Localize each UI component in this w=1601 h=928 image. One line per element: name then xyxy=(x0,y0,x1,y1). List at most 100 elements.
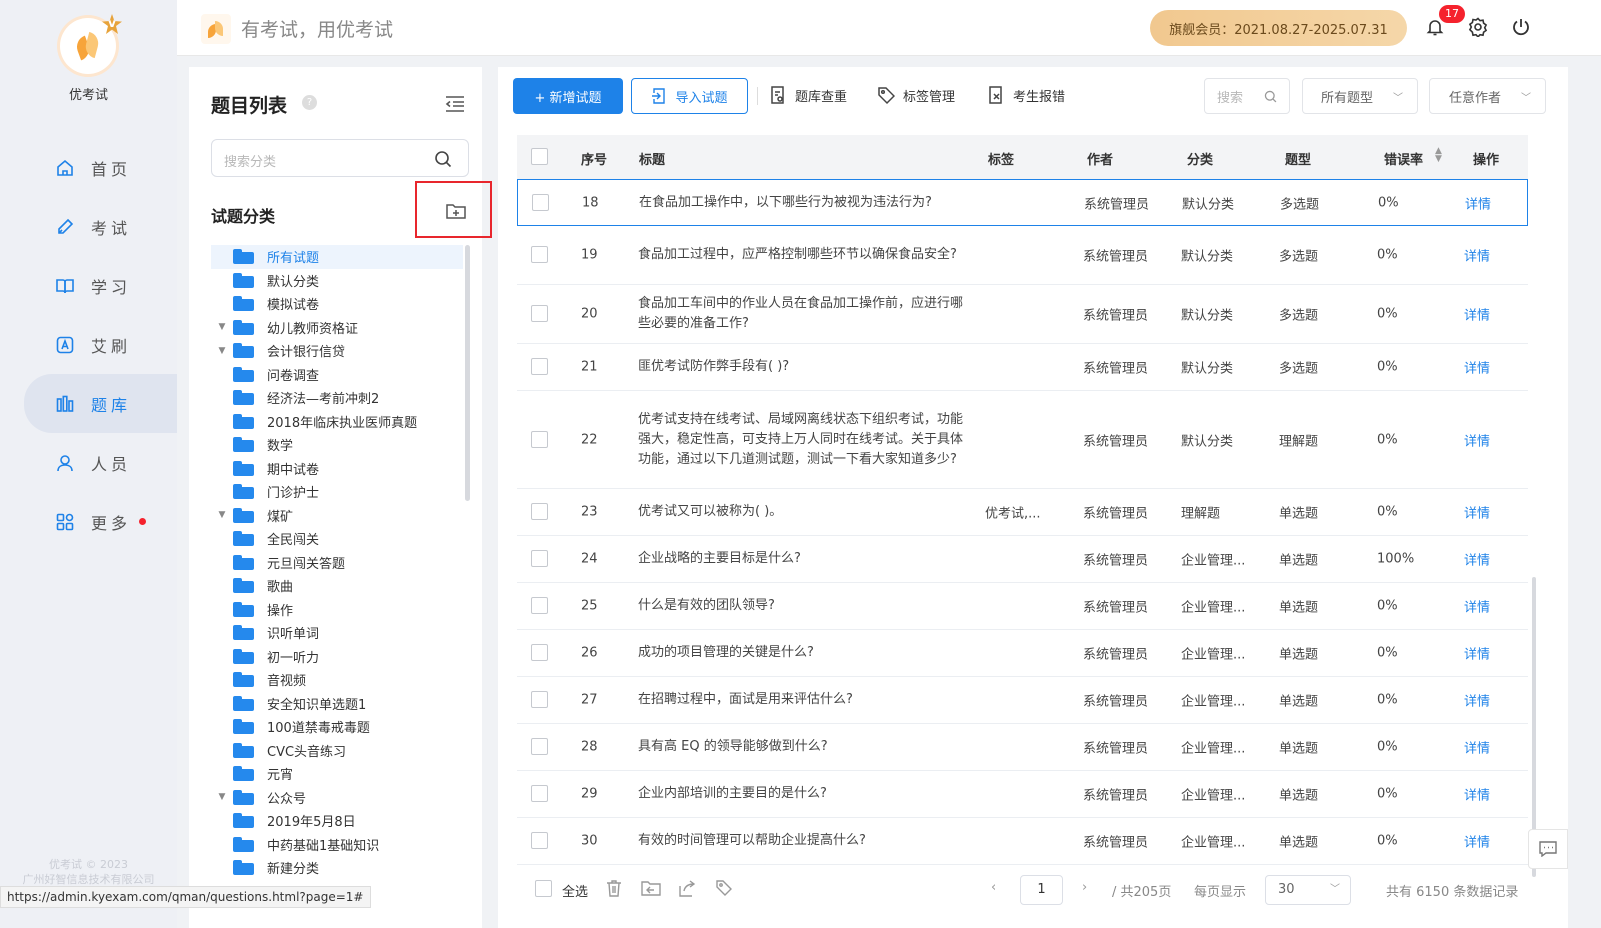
header-checkbox[interactable] xyxy=(531,148,548,165)
detail-link[interactable]: 详情 xyxy=(1464,832,1490,851)
import-question-button[interactable]: 导入试题 xyxy=(631,78,748,114)
cell-title[interactable]: 优考试支持在线考试、局域网离线状态下组织考试，功能强大，稳定性高，可支持上万人同… xyxy=(638,410,963,470)
tree-item[interactable]: 识听单词 xyxy=(211,621,463,645)
nav-item-4[interactable]: 题库 xyxy=(24,374,177,433)
row-checkbox[interactable] xyxy=(531,832,548,849)
tree-item[interactable]: 元宵 xyxy=(211,762,463,786)
row-checkbox[interactable] xyxy=(531,738,548,755)
tree-item[interactable]: 元旦闯关答题 xyxy=(211,551,463,575)
nav-item-0[interactable]: 首页 xyxy=(0,138,177,197)
detail-link[interactable]: 详情 xyxy=(1464,738,1490,757)
table-row[interactable]: 在招聘过程中，面试是用来评估什么? 27 系统管理员 企业管理... 单选题 0% 详情 xyxy=(517,677,1528,724)
table-row[interactable]: 成功的项目管理的关键是什么? 26 系统管理员 企业管理... 单选题 0% 详情 xyxy=(517,630,1528,677)
cell-title[interactable]: 在食品加工操作中，以下哪些行为被视为违法行为? xyxy=(639,193,964,213)
tree-item[interactable]: 安全知识单选题1 xyxy=(211,692,463,716)
move-folder-icon[interactable] xyxy=(640,878,661,898)
tree-item[interactable]: 默认分类 xyxy=(211,269,463,293)
detail-link[interactable]: 详情 xyxy=(1464,430,1490,449)
tree-item[interactable]: 歌曲 xyxy=(211,574,463,598)
row-checkbox[interactable] xyxy=(531,691,548,708)
nav-item-3[interactable]: 艾刷 xyxy=(0,315,177,374)
nav-item-5[interactable]: 人员 xyxy=(0,433,177,492)
table-row[interactable]: 有效的时间管理可以帮助企业提高什么? 30 系统管理员 企业管理... 单选题 0% 详情 xyxy=(517,818,1528,865)
trash-icon[interactable] xyxy=(604,878,624,898)
tree-item[interactable]: 期中试卷 xyxy=(211,457,463,481)
tree-item[interactable]: 数学 xyxy=(211,433,463,457)
tree-item[interactable]: 初一听力 xyxy=(211,645,463,669)
caret-down-icon[interactable]: ▼ xyxy=(211,792,233,802)
row-checkbox[interactable] xyxy=(531,597,548,614)
table-row[interactable]: 具有高 EQ 的领导能够做到什么? 28 系统管理员 企业管理... 单选题 0% 详情 xyxy=(517,724,1528,771)
select-all-checkbox[interactable] xyxy=(535,880,552,897)
app-logo[interactable]: V xyxy=(60,14,122,74)
per-page-select[interactable]: 30 ﹀ xyxy=(1265,875,1351,905)
prev-page-icon[interactable]: ‹ xyxy=(991,880,996,895)
detail-link[interactable]: 详情 xyxy=(1465,193,1491,212)
caret-down-icon[interactable]: ▼ xyxy=(211,322,233,332)
cell-title[interactable]: 成功的项目管理的关键是什么? xyxy=(638,643,963,663)
table-row[interactable]: 企业内部培训的主要目的是什么? 29 系统管理员 企业管理... 单选题 0% 详情 xyxy=(517,771,1528,818)
membership-badge[interactable]: 旗舰会员：2021.08.27-2025.07.31 xyxy=(1150,10,1407,46)
detail-link[interactable]: 详情 xyxy=(1464,550,1490,569)
nav-item-6[interactable]: 更多 xyxy=(0,492,177,551)
error-report-button[interactable]: 考生报错 xyxy=(987,85,1065,105)
question-search-input[interactable]: 搜索 xyxy=(1204,78,1290,114)
next-page-icon[interactable]: › xyxy=(1082,880,1087,895)
table-row[interactable]: 优考试又可以被称为( )。 23 优考试,... 系统管理员 理解题 单选题 0% 详情 xyxy=(517,489,1528,536)
tree-item[interactable]: 模拟试卷 xyxy=(211,292,463,316)
tree-item[interactable]: 全民闯关 xyxy=(211,527,463,551)
detail-link[interactable]: 详情 xyxy=(1464,785,1490,804)
cell-title[interactable]: 有效的时间管理可以帮助企业提高什么? xyxy=(638,831,963,851)
tree-item[interactable]: 2019年5月8日 xyxy=(211,809,463,833)
sort-icon[interactable]: ▲ ▼ xyxy=(1435,147,1442,164)
row-checkbox[interactable] xyxy=(531,503,548,520)
cell-title[interactable]: 优考试又可以被称为( )。 xyxy=(638,502,963,522)
caret-down-icon[interactable]: ▼ xyxy=(211,510,233,520)
detail-link[interactable]: 详情 xyxy=(1464,305,1490,324)
search-icon[interactable] xyxy=(434,150,452,168)
table-row[interactable]: 匪优考试防作弊手段有( )? 21 系统管理员 默认分类 多选题 0% 详情 xyxy=(517,344,1528,391)
type-filter-select[interactable]: 所有题型 ﹀ xyxy=(1302,78,1418,114)
tree-item[interactable]: 问卷调查 xyxy=(211,363,463,387)
cell-title[interactable]: 食品加工车间中的作业人员在食品加工操作前，应进行哪些必要的准备工作? xyxy=(638,294,963,334)
gear-icon[interactable] xyxy=(1467,16,1489,38)
table-row[interactable]: 在食品加工操作中，以下哪些行为被视为违法行为? 18 系统管理员 默认分类 多选题 0% 详… xyxy=(517,179,1528,226)
help-icon[interactable]: ? xyxy=(302,95,317,110)
detail-link[interactable]: 详情 xyxy=(1464,597,1490,616)
row-checkbox[interactable] xyxy=(532,193,549,211)
tree-item[interactable]: ▼ 幼儿教师资格证 xyxy=(211,316,463,340)
tree-item[interactable]: 音视频 xyxy=(211,668,463,692)
power-icon[interactable] xyxy=(1510,16,1532,38)
page-input[interactable]: 1 xyxy=(1020,875,1063,905)
cell-title[interactable]: 企业战略的主要目标是什么? xyxy=(638,549,963,569)
tree-item[interactable]: 100道禁毒戒毒题 xyxy=(211,715,463,739)
row-checkbox[interactable] xyxy=(531,430,548,448)
cell-title[interactable]: 具有高 EQ 的领导能够做到什么? xyxy=(638,737,963,757)
detail-link[interactable]: 详情 xyxy=(1464,691,1490,710)
table-row[interactable]: 企业战略的主要目标是什么? 24 系统管理员 企业管理... 单选题 100% 详情 xyxy=(517,536,1528,583)
cell-title[interactable]: 在招聘过程中，面试是用来评估什么? xyxy=(638,690,963,710)
chat-icon[interactable] xyxy=(1528,829,1568,869)
cell-title[interactable]: 食品加工过程中，应严格控制哪些环节以确保食品安全? xyxy=(638,245,963,265)
row-checkbox[interactable] xyxy=(531,358,548,375)
row-checkbox[interactable] xyxy=(531,644,548,661)
table-row[interactable]: 食品加工车间中的作业人员在食品加工操作前，应进行哪些必要的准备工作? 20 系统管理… xyxy=(517,285,1528,344)
tree-item[interactable]: ▼ 会计银行信贷 xyxy=(211,339,463,363)
tree-item[interactable]: ▼ 煤矿 xyxy=(211,504,463,528)
tree-item[interactable]: 门诊护士 xyxy=(211,480,463,504)
tree-item[interactable]: 新建分类 xyxy=(211,856,463,880)
cell-title[interactable]: 什么是有效的团队领导? xyxy=(638,596,963,616)
tag-management-button[interactable]: 标签管理 xyxy=(877,85,955,105)
table-row[interactable]: 优考试支持在线考试、局域网离线状态下组织考试，功能强大，稳定性高，可支持上万人同… xyxy=(517,391,1528,489)
detail-link[interactable]: 详情 xyxy=(1464,358,1490,377)
duplicate-check-button[interactable]: 题库查重 xyxy=(769,85,847,105)
cell-title[interactable]: 匪优考试防作弊手段有( )? xyxy=(638,357,963,377)
tag-icon[interactable] xyxy=(714,878,734,898)
tree-item[interactable]: 中药基础1基础知识 xyxy=(211,833,463,857)
tree-item[interactable]: 所有试题 xyxy=(211,245,463,269)
add-question-button[interactable]: + 新增试题 xyxy=(513,78,623,114)
nav-item-1[interactable]: 考试 xyxy=(0,197,177,256)
detail-link[interactable]: 详情 xyxy=(1464,246,1490,265)
tree-scrollbar[interactable] xyxy=(465,245,470,501)
detail-link[interactable]: 详情 xyxy=(1464,644,1490,663)
